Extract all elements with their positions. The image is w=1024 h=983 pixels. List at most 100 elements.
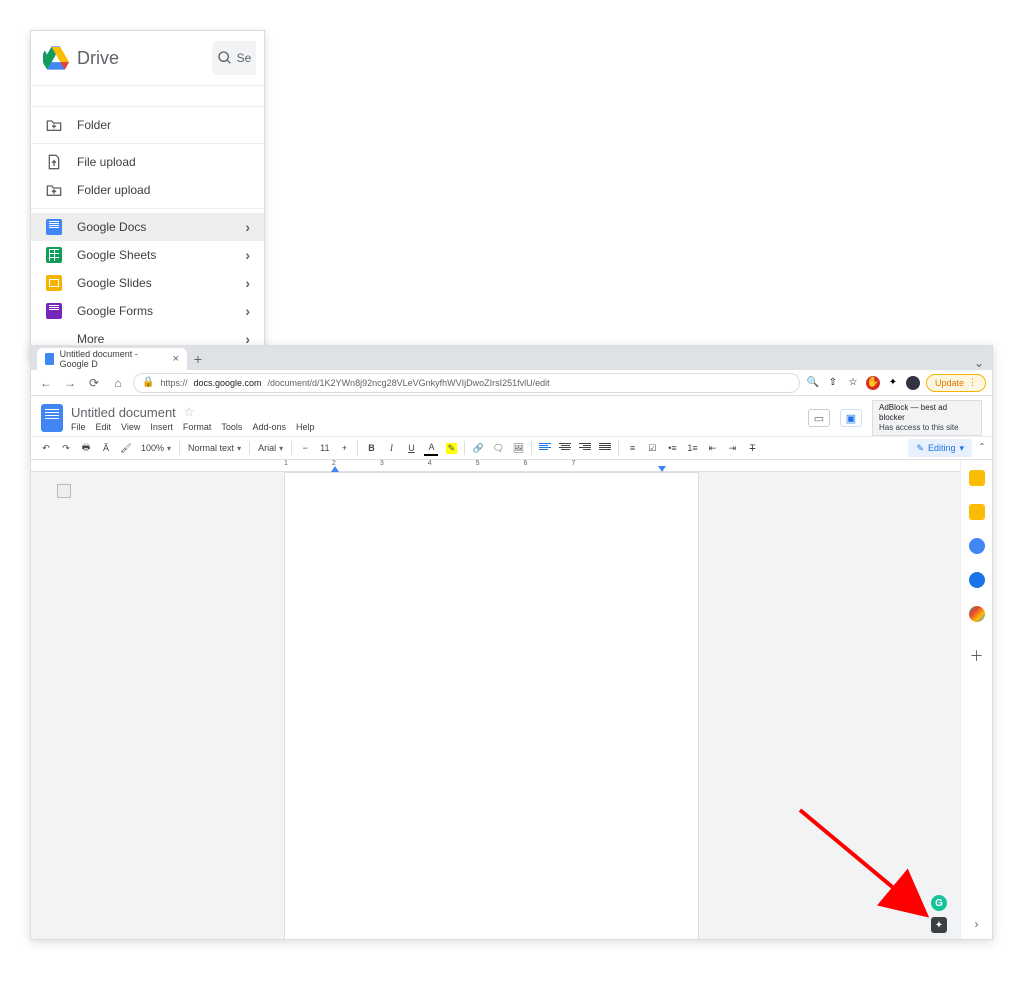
docs-favicon-icon <box>45 353 54 365</box>
font-size[interactable]: 11 <box>318 443 331 453</box>
docs-workspace: 1234567 G ✦ ＋ › <box>31 460 992 939</box>
menu-file[interactable]: File <box>71 422 86 432</box>
menu-insert[interactable]: Insert <box>150 422 173 432</box>
share-icon[interactable]: ⇧ <box>826 376 840 390</box>
styles-select[interactable]: Normal text▾ <box>186 443 243 453</box>
grammarly-widget-icon[interactable]: G <box>931 895 947 911</box>
menu-help[interactable]: Help <box>296 422 315 432</box>
indent-decrease-button[interactable]: ⇤ <box>705 440 719 456</box>
menu-item-folder-upload[interactable]: Folder upload <box>31 176 264 204</box>
outline-toggle-button[interactable] <box>57 484 71 498</box>
menu-item-folder[interactable]: Folder <box>31 111 264 139</box>
highlight-color-button[interactable]: ✎ <box>444 440 458 456</box>
mode-select[interactable]: ✎ Editing ▾ <box>908 439 972 457</box>
menu-view[interactable]: View <box>121 422 140 432</box>
redo-button[interactable]: ↷ <box>59 440 73 456</box>
lock-icon: 🔒 <box>142 377 154 388</box>
browser-tab[interactable]: Untitled document - Google D × <box>37 348 187 370</box>
profile-avatar-icon[interactable] <box>906 376 920 390</box>
insert-link-button[interactable]: 🔗 <box>471 440 485 456</box>
adblock-extension-icon[interactable]: ✋ <box>866 376 880 390</box>
align-left-button[interactable] <box>538 440 552 456</box>
maps-icon[interactable] <box>969 606 985 622</box>
sheets-icon <box>45 246 63 264</box>
font-select[interactable]: Arial▾ <box>256 443 285 453</box>
menu-item-label: Folder <box>77 118 250 132</box>
menu-item-google-slides[interactable]: Google Slides› <box>31 269 264 297</box>
bold-button[interactable]: B <box>364 440 378 456</box>
align-center-button[interactable] <box>558 440 572 456</box>
forward-button[interactable]: → <box>61 374 79 392</box>
hide-sidepanel-button[interactable]: › <box>975 917 979 931</box>
font-size-decrease[interactable]: − <box>298 440 312 456</box>
close-tab-icon[interactable]: × <box>173 353 179 365</box>
clear-formatting-button[interactable]: T <box>745 440 759 456</box>
underline-button[interactable]: U <box>404 440 418 456</box>
docs-logo-icon[interactable] <box>41 404 63 432</box>
menu-item-google-sheets[interactable]: Google Sheets› <box>31 241 264 269</box>
insert-image-button[interactable]: 🖼 <box>511 440 525 456</box>
menu-item-label: Google Forms <box>77 304 245 318</box>
comment-history-button[interactable]: ▣ <box>840 409 862 427</box>
chevron-right-icon: › <box>245 247 250 263</box>
keep-icon[interactable] <box>969 470 985 486</box>
print-button[interactable]: 🖶 <box>79 440 93 456</box>
menu-tools[interactable]: Tools <box>221 422 242 432</box>
font-size-increase[interactable]: + <box>337 440 351 456</box>
numbered-list-button[interactable]: 1≡ <box>685 440 699 456</box>
text-color-button[interactable]: A <box>424 440 438 456</box>
ruler-tick: 4 <box>428 460 432 467</box>
menu-item-google-docs[interactable]: Google Docs› <box>31 213 264 241</box>
drive-header: Drive Se <box>31 31 264 86</box>
ruler-tick: 7 <box>571 460 575 467</box>
drive-search-button[interactable]: Se <box>212 41 256 75</box>
explore-button-icon[interactable]: ✦ <box>931 917 947 933</box>
new-tab-button[interactable]: + <box>187 348 209 370</box>
insert-comment-button[interactable]: 🗨 <box>491 440 505 456</box>
back-button[interactable]: ← <box>37 374 55 392</box>
align-justify-button[interactable] <box>598 440 612 456</box>
menu-item-label: More <box>77 332 245 346</box>
undo-button[interactable]: ↶ <box>39 440 53 456</box>
document-area[interactable]: 1234567 G ✦ <box>31 460 960 939</box>
contacts-icon[interactable] <box>969 572 985 588</box>
add-addon-button[interactable]: ＋ <box>970 646 984 666</box>
spellcheck-button[interactable]: Ă <box>99 440 113 456</box>
bulleted-list-button[interactable]: •≡ <box>665 440 679 456</box>
zoom-select[interactable]: 100%▾ <box>139 443 173 453</box>
menu-item-google-forms[interactable]: Google Forms› <box>31 297 264 325</box>
checklist-button[interactable]: ☑ <box>645 440 659 456</box>
ruler[interactable]: 1234567 <box>31 460 960 472</box>
menu-add-ons[interactable]: Add-ons <box>252 422 286 432</box>
side-panel: ＋ › <box>960 460 992 939</box>
ruler-tick: 1 <box>284 460 288 467</box>
zoom-icon[interactable]: 🔍 <box>806 376 820 390</box>
file-upload-icon <box>45 153 63 171</box>
menu-edit[interactable]: Edit <box>96 422 112 432</box>
menu-bar: File Edit View Insert Format Tools Add-ons Help <box>71 422 800 432</box>
tabstrip-menu-icon[interactable]: ⌄ <box>966 356 992 370</box>
tasks-icon[interactable] <box>969 538 985 554</box>
address-bar[interactable]: 🔒 https://docs.google.com/document/d/1K2… <box>133 373 800 393</box>
keep2-icon[interactable] <box>969 504 985 520</box>
star-icon[interactable]: ☆ <box>184 405 195 419</box>
indent-increase-button[interactable]: ⇥ <box>725 440 739 456</box>
document-title[interactable]: Untitled document <box>71 405 176 420</box>
folder-plus-icon <box>45 116 63 134</box>
extensions-puzzle-icon[interactable]: ✦ <box>886 376 900 390</box>
url-scheme: https:// <box>160 378 187 388</box>
browser-update-button[interactable]: Update⋮ <box>926 374 986 392</box>
menu-item-file-upload[interactable]: File upload <box>31 148 264 176</box>
paint-format-button[interactable]: 🖌 <box>119 440 133 456</box>
align-right-button[interactable] <box>578 440 592 456</box>
bookmark-star-icon[interactable]: ☆ <box>846 376 860 390</box>
menu-format[interactable]: Format <box>183 422 212 432</box>
document-page[interactable] <box>284 472 699 939</box>
chevron-right-icon: › <box>245 275 250 291</box>
reload-button[interactable]: ⟳ <box>85 374 103 392</box>
italic-button[interactable]: I <box>384 440 398 456</box>
hide-menus-button[interactable]: ˆ <box>980 441 984 455</box>
line-spacing-button[interactable]: ≡ <box>625 440 639 456</box>
home-button[interactable]: ⌂ <box>109 374 127 392</box>
meet-present-button[interactable]: ▭ <box>808 409 830 427</box>
